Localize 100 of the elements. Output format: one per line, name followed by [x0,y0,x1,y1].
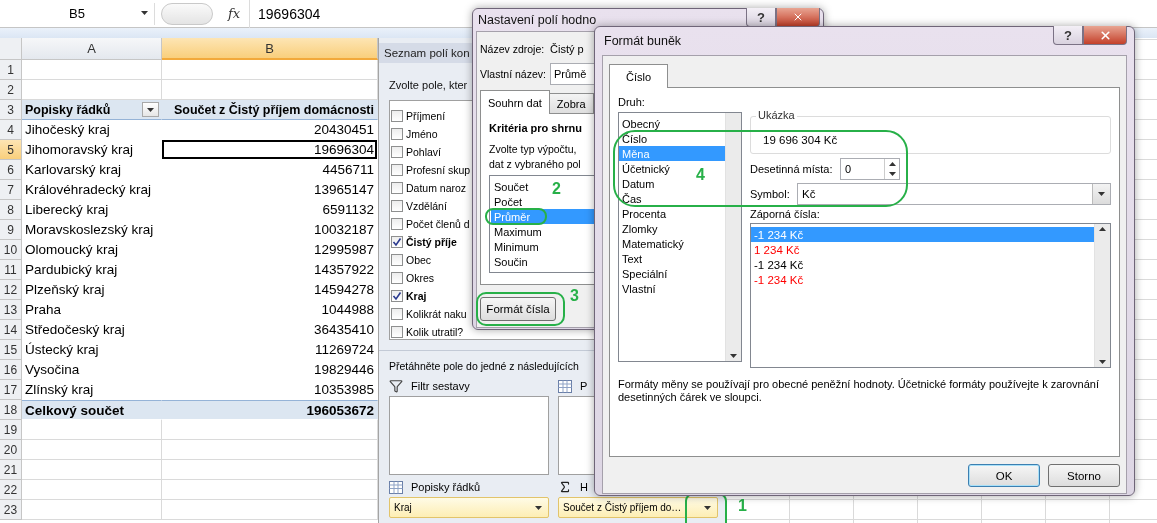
field-label[interactable]: Obec [406,254,432,266]
row-header[interactable]: 8 [0,200,22,220]
checkbox[interactable] [391,146,403,158]
row-header[interactable]: 6 [0,160,22,180]
field-label[interactable]: Profesní skup [406,164,471,176]
list-item[interactable]: -1 234 Kč [751,272,807,287]
symbol-dropdown[interactable]: Kč [797,183,1111,205]
field-label[interactable]: Počet členů d [406,218,470,230]
field-label[interactable]: Jméno [406,128,438,140]
drop-area[interactable] [389,396,549,475]
ok-button[interactable]: OK [968,464,1040,487]
dialog-title: Formát buněk [603,34,682,48]
list-item[interactable]: Čas [619,191,645,206]
checkbox[interactable] [391,236,403,248]
row-header[interactable]: 20 [0,440,22,460]
row-header[interactable]: 7 [0,180,22,200]
decimal-places-spinner[interactable]: 0 [840,158,900,180]
select-all-corner[interactable] [0,38,22,60]
tab[interactable]: Číslo [609,64,669,88]
row-header[interactable]: 16 [0,360,22,380]
field-label[interactable]: Okres [406,272,434,284]
number-format-button[interactable]: Formát čísla [480,297,556,321]
filter-icon [389,379,403,393]
tab[interactable]: Zobra [548,93,594,114]
row-header[interactable]: 11 [0,260,22,280]
checkbox[interactable] [391,110,403,122]
scroll-up-icon [1099,227,1106,231]
close-button[interactable] [1083,26,1127,45]
list-item[interactable]: -1 234 Kč [751,257,807,272]
checkbox[interactable] [391,272,403,284]
checkbox[interactable] [391,290,403,302]
scrollbar[interactable] [1094,224,1110,367]
row-header[interactable]: 19 [0,420,22,440]
checkbox[interactable] [391,200,403,212]
check-icon [392,291,402,301]
grand-total-value: 196053672 [162,400,378,420]
field-label[interactable]: Čistý příje [406,236,457,248]
row-header[interactable]: 10 [0,240,22,260]
list-item[interactable]: Součet [491,179,532,194]
list-item[interactable]: Vlastní [619,281,659,296]
row-header[interactable]: 1 [0,60,22,80]
checkbox[interactable] [391,218,403,230]
checkbox[interactable] [391,182,403,194]
checkbox[interactable] [391,254,403,266]
checkbox[interactable] [391,128,403,140]
area-field[interactable]: Součet z Čistý příjem do… [558,497,718,518]
field-label: Záporná čísla: [750,208,820,220]
insert-function-button[interactable]: fx [219,6,249,21]
help-button[interactable]: ? [1053,26,1083,45]
checkbox[interactable] [391,164,403,176]
instruction-text: Zvolte typ výpočtu, [489,143,577,155]
row-header[interactable]: 17 [0,380,22,400]
field-label[interactable]: Příjmení [406,110,446,122]
area-field[interactable]: Kraj [389,497,549,518]
row-header[interactable]: 14 [0,320,22,340]
list-item[interactable]: Matematický [619,236,687,251]
list-item[interactable]: Obecný [619,116,663,131]
row-header[interactable]: 2 [0,80,22,100]
column-header[interactable]: A [22,38,162,60]
tab[interactable]: Souhrn dat [480,90,550,114]
list-item[interactable]: Zlomky [619,221,661,236]
checkbox[interactable] [391,308,403,320]
row-header[interactable]: 18 [0,400,22,420]
scrollbar[interactable] [725,113,741,361]
name-box[interactable]: B5 [0,2,155,25]
row-header[interactable]: 23 [0,500,22,520]
list-item[interactable]: Součin [491,254,531,269]
list-item[interactable]: Maximum [491,224,545,239]
list-item[interactable]: Číslo [619,131,651,146]
row-header[interactable]: 21 [0,460,22,480]
splitter-handle[interactable] [161,2,213,25]
column-header[interactable]: B [162,38,378,60]
close-icon [1098,28,1112,42]
list-item[interactable]: 1 234 Kč [751,242,803,257]
list-item[interactable]: Text [619,251,646,266]
field-label[interactable]: Kraj [406,290,427,302]
field-label[interactable]: Vzdělání [406,200,447,212]
list-item[interactable]: Minimum [491,239,542,254]
annotation-number: 2 [552,180,561,198]
row-header[interactable]: 13 [0,300,22,320]
row-header[interactable]: 4 [0,120,22,140]
row-header[interactable]: 3 [0,100,22,120]
field-label[interactable]: Pohlaví [406,146,442,158]
row-header[interactable]: 12 [0,280,22,300]
sigma-icon [558,480,572,494]
list-item[interactable]: Počet [491,194,526,209]
list-item[interactable]: Speciální [619,266,671,281]
list-item[interactable]: Datum [619,176,658,191]
field-label[interactable]: Kolik utratil? [406,326,464,338]
row-header[interactable]: 22 [0,480,22,500]
list-item[interactable]: Procenta [619,206,670,221]
checkbox[interactable] [391,326,403,338]
row-header[interactable]: 5 [0,140,22,160]
field-label[interactable]: Kolikrát naku [406,308,467,320]
row-header[interactable]: 9 [0,220,22,240]
list-item[interactable]: Účetnický [619,161,673,176]
row-header[interactable]: 15 [0,340,22,360]
cancel-button[interactable]: Storno [1048,464,1120,487]
filter-dropdown-button[interactable] [142,102,159,117]
field-label[interactable]: Datum naroz [406,182,467,194]
